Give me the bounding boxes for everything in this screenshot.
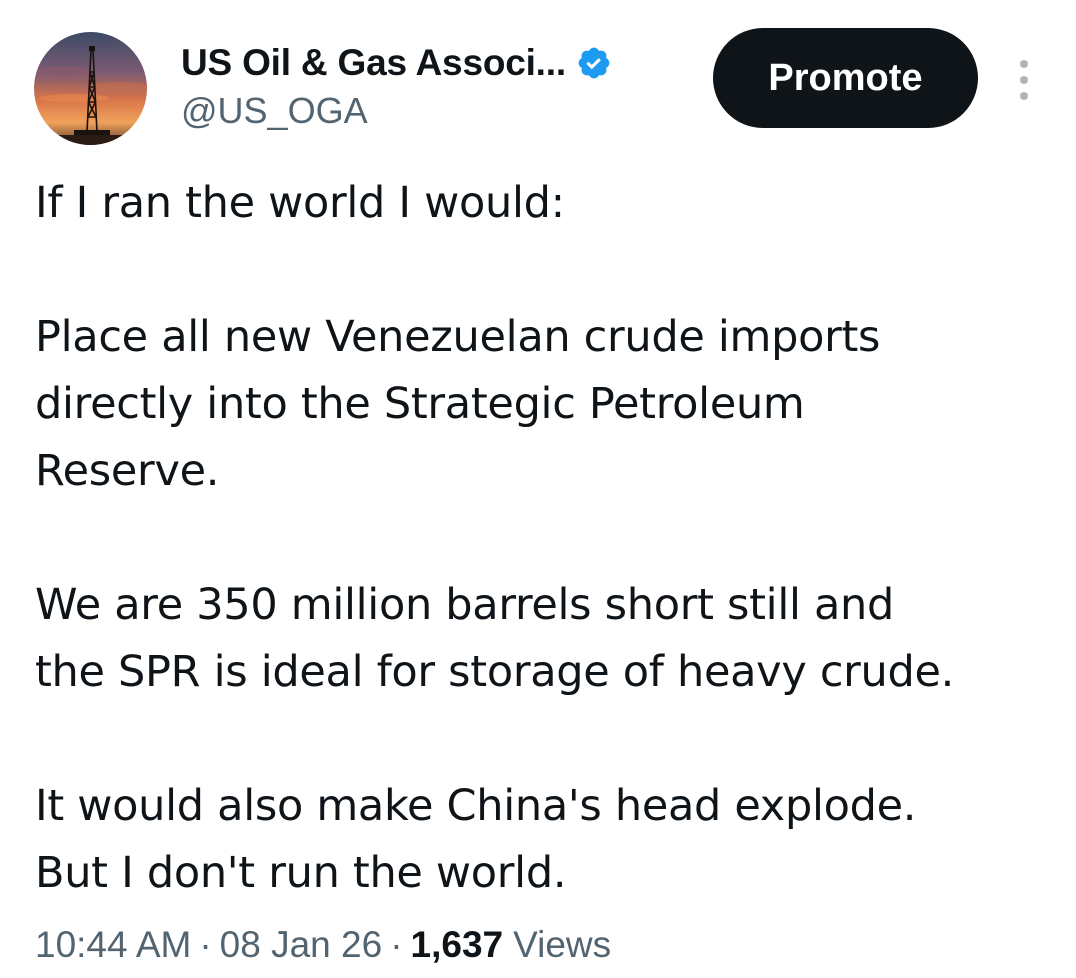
vertical-ellipsis-icon[interactable] [1012, 60, 1036, 100]
verified-badge-icon[interactable] [576, 45, 612, 81]
tweet-line: Place all new Venezuelan crude imports [35, 312, 881, 362]
tweet-line: We are 350 million barrels short still a… [35, 580, 894, 630]
ellipsis-dot [1020, 60, 1028, 68]
tweet-line: If I ran the world I would: [35, 178, 565, 228]
ellipsis-dot [1020, 76, 1028, 84]
oil-derrick-sunset-avatar [34, 32, 147, 145]
tweet-date[interactable]: 08 Jan 26 [220, 924, 383, 966]
views-label[interactable]: Views [513, 924, 611, 966]
tweet-line: directly into the Strategic Petroleum [35, 379, 805, 429]
views-count[interactable]: 1,637 [411, 924, 504, 966]
author-display-name[interactable]: US Oil & Gas Associ... [181, 42, 566, 84]
tweet-text: If I ran the world I would: Place all ne… [35, 170, 1055, 907]
tweet-time[interactable]: 10:44 AM [35, 924, 191, 966]
tweet-meta: 10:44 AM · 08 Jan 26 · 1,637 Views [35, 924, 611, 966]
tweet-line: But I don't run the world. [35, 848, 567, 898]
author-handle[interactable]: @US_OGA [181, 90, 368, 132]
tweet-line: It would also make China's head explode. [35, 781, 917, 831]
author-avatar[interactable] [34, 32, 147, 145]
ellipsis-dot [1020, 92, 1028, 100]
author-name-row: US Oil & Gas Associ... [181, 40, 612, 86]
tweet-line: the SPR is ideal for storage of heavy cr… [35, 647, 955, 697]
meta-separator: · [199, 924, 212, 965]
promote-button[interactable]: Promote [713, 28, 978, 128]
tweet-line: Reserve. [35, 446, 220, 496]
meta-separator: · [390, 924, 403, 965]
tweet-card: US Oil & Gas Associ... @US_OGA Promote I… [0, 0, 1076, 978]
